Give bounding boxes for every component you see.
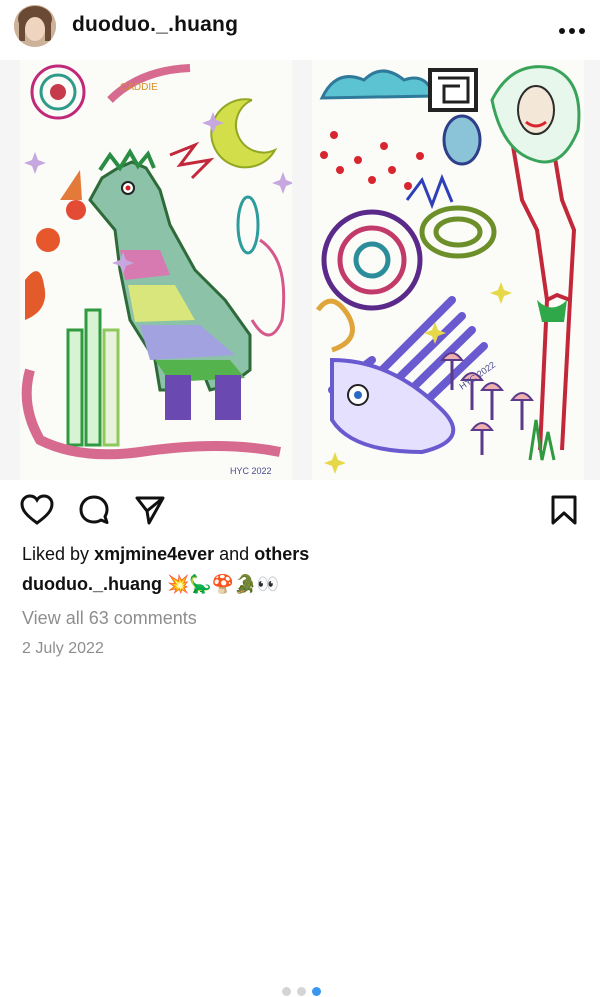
more-icon[interactable] [558,22,586,34]
post-actions [0,486,600,996]
comment-icon[interactable] [78,494,110,531]
carousel-dot-active[interactable] [312,987,321,996]
view-comments-link[interactable]: View all 63 comments [22,608,197,629]
share-icon[interactable] [134,494,166,531]
liked-by-others[interactable]: others [254,544,309,564]
caption-emojis: 💥🦕🍄🐊👀 [167,574,280,594]
carousel-dot[interactable] [297,987,306,996]
heart-icon[interactable] [20,494,54,531]
artwork-left-signature: HYC 2022 [230,466,272,476]
likes-line: Liked by xmjmine4ever and others [22,544,309,565]
watermark-text: @教你考美院附中易老师 [431,652,586,668]
post-username[interactable]: duoduo._.huang [72,13,238,37]
carousel-dot[interactable] [282,987,291,996]
post-image[interactable]: CADDIE HYC 2022 HYC 2022 [0,60,600,480]
liked-by-user[interactable]: xmjmine4ever [94,544,214,564]
liked-by-prefix: Liked by [22,544,90,564]
caption-username[interactable]: duoduo._.huang [22,574,162,594]
avatar[interactable] [14,5,56,47]
artwork-left: CADDIE HYC 2022 [20,60,292,480]
caption: duoduo._.huang 💥🦕🍄🐊👀 [22,574,279,595]
liked-by-and: and [219,544,250,564]
bookmark-icon[interactable] [550,494,578,531]
artwork-left-label: CADDIE [120,82,158,93]
post-header: duoduo._.huang [0,0,600,56]
carousel-indicator [282,987,322,997]
post-date: 2 July 2022 [22,640,104,657]
artwork-right: HYC 2022 [312,60,584,480]
